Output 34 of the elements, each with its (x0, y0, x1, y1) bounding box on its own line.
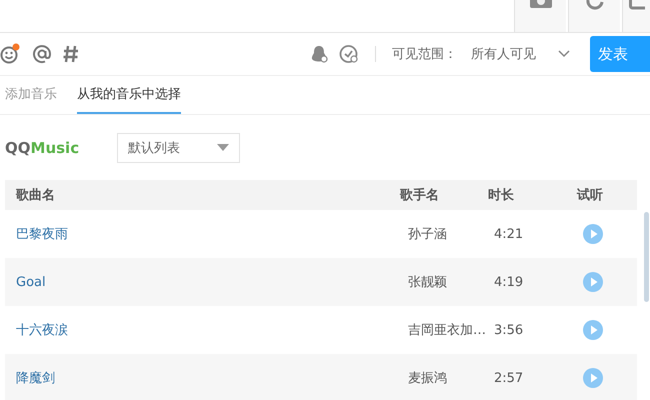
song-link[interactable]: 降魔剑 (5, 369, 400, 387)
chevron-down-icon (558, 50, 570, 58)
column-header: 歌手名 (400, 186, 440, 204)
visibility-dropdown[interactable]: 所有人可见 (471, 45, 570, 63)
column-header: 时长 (488, 187, 515, 204)
visibility-label: 可见范围： (392, 46, 457, 63)
duration-cell-text: 3:56 (493, 322, 524, 338)
publish-button[interactable]: 发表 (590, 36, 650, 72)
singer-cell-text: 吉岡亜衣加… (407, 322, 487, 339)
song-link[interactable]: 十六夜涙 (5, 321, 400, 339)
logo-text: QQ (5, 138, 31, 156)
song-link[interactable]: 巴黎夜雨 (5, 225, 400, 243)
singer-cell-text: 张靓颖 (407, 274, 448, 291)
play-icon[interactable] (583, 368, 603, 388)
singer-cell-text: 麦振鸿 (407, 370, 448, 387)
column-header: 歌曲名 (14, 187, 56, 204)
duration-cell-text: 4:21 (493, 226, 524, 242)
playlist-dropdown[interactable]: 默认列表 (117, 132, 240, 162)
duration-cell-text: 4:19 (493, 274, 524, 290)
caret-icon (217, 144, 229, 151)
scrollbar[interactable] (644, 212, 649, 302)
logo-text: Music (30, 138, 80, 156)
hashtag-icon[interactable] (62, 44, 80, 64)
song-link[interactable]: Goal (5, 274, 400, 290)
column-header: 试听 (577, 187, 604, 204)
duration-cell-text: 2:57 (493, 370, 524, 386)
tab[interactable]: 从我的音乐中选择 (77, 76, 181, 114)
smiley-icon[interactable] (0, 43, 22, 65)
at-icon[interactable] (32, 44, 52, 64)
singer-cell-text: 孙子涵 (407, 226, 448, 243)
play-icon[interactable] (583, 320, 603, 340)
tab[interactable]: 添加音乐 (5, 76, 57, 114)
play-icon[interactable] (583, 224, 603, 244)
play-icon[interactable] (583, 272, 603, 292)
